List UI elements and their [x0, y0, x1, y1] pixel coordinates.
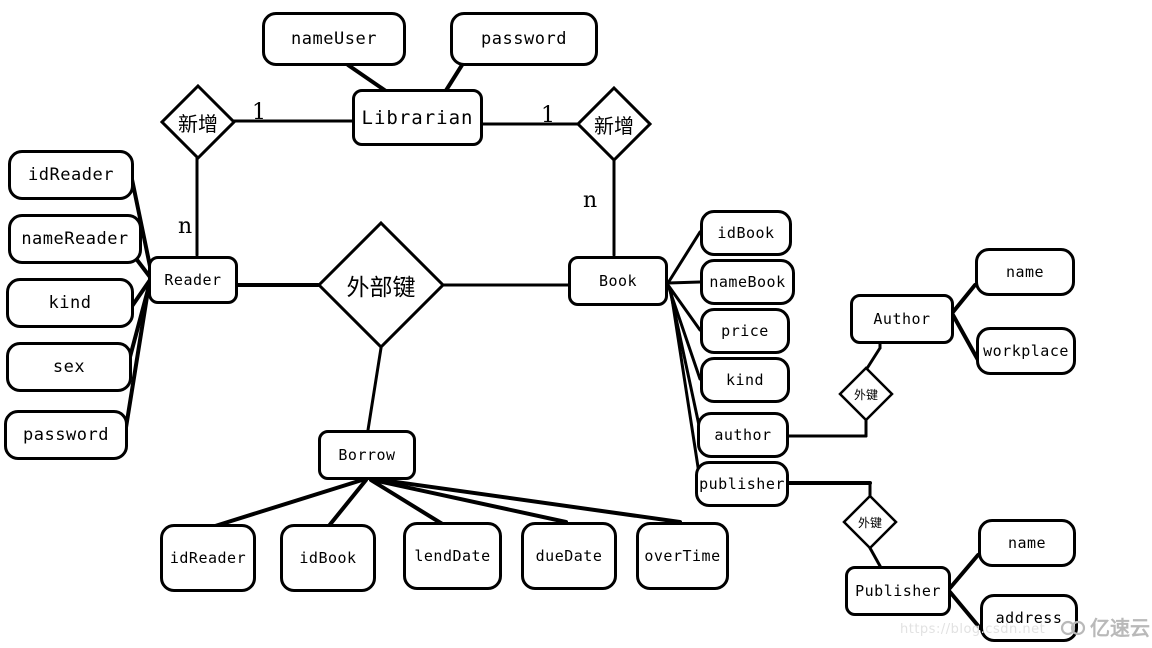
- attribute-label: password: [481, 29, 567, 49]
- attribute-book-kind: kind: [700, 357, 790, 403]
- attribute-reader-password: password: [4, 410, 128, 460]
- attribute-label: kind: [725, 371, 765, 389]
- cardinality-reader-many: n: [178, 214, 192, 239]
- entity-label: Borrow: [338, 446, 396, 464]
- entity-label: Publisher: [855, 582, 941, 600]
- attribute-book-namebook: nameBook: [700, 259, 795, 305]
- cardinality-book-many: n: [583, 188, 597, 213]
- attribute-book-idbook: idBook: [700, 210, 792, 256]
- attribute-label: idBook: [299, 549, 357, 567]
- relationship-label: 新增: [594, 113, 634, 138]
- attribute-label: idReader: [28, 165, 114, 185]
- watermark-brand-label: 亿速云: [1090, 616, 1150, 640]
- attribute-label: overTime: [644, 547, 721, 565]
- cardinality-librarian-book-one: 1: [541, 103, 555, 128]
- attribute-label: idReader: [169, 549, 247, 567]
- entity-label: Author: [873, 310, 931, 328]
- watermark-brand: 亿速云: [1060, 612, 1150, 641]
- cloud-icon: [1060, 618, 1086, 636]
- attribute-label: workplace: [983, 342, 1069, 360]
- attribute-label: name: [1007, 534, 1047, 552]
- entity-label: Reader: [164, 271, 222, 289]
- attribute-label: nameUser: [291, 29, 377, 49]
- relationship-add-right: 新增: [576, 86, 652, 162]
- attribute-label: password: [23, 425, 109, 445]
- attribute-borrow-idbook: idBook: [280, 524, 376, 592]
- attribute-label: kind: [48, 293, 92, 313]
- relationship-foreign-key-author: 外键: [838, 366, 894, 422]
- attribute-book-price: price: [700, 308, 790, 354]
- entity-label: Book: [598, 272, 638, 290]
- entity-publisher: Publisher: [845, 566, 951, 616]
- attribute-label: price: [721, 322, 769, 340]
- entity-book: Book: [568, 256, 668, 306]
- relationship-label: 外键: [857, 515, 882, 530]
- watermark-url: https://blog.csdn.net: [900, 622, 1045, 637]
- relationship-foreign-key-center: 外部键: [316, 220, 446, 350]
- cardinality-label: 1: [252, 100, 266, 125]
- attribute-label: nameReader: [21, 229, 129, 249]
- attribute-librarian-nameuser: nameUser: [262, 12, 406, 66]
- entity-author: Author: [850, 294, 954, 344]
- attribute-label: sex: [52, 357, 86, 377]
- attribute-label: name: [1005, 263, 1045, 281]
- watermark-url-label: https://blog.csdn.net: [900, 622, 1046, 637]
- er-diagram-canvas: nameUser password Librarian 新增 新增 1 1 n …: [0, 0, 1152, 648]
- attribute-book-author: author: [697, 412, 789, 458]
- relationship-label: 外部键: [346, 275, 416, 301]
- attribute-label: author: [714, 426, 772, 444]
- attribute-reader-kind: kind: [6, 278, 134, 328]
- entity-librarian: Librarian: [352, 89, 483, 146]
- attribute-reader-namereader: nameReader: [8, 214, 142, 264]
- relationship-label: 外键: [853, 387, 878, 402]
- entity-label: Librarian: [361, 106, 474, 129]
- attribute-publisher-name: name: [978, 519, 1076, 567]
- attribute-label: nameBook: [709, 273, 786, 291]
- attribute-borrow-overtime: overTime: [636, 522, 729, 590]
- cardinality-label: n: [583, 188, 598, 213]
- attribute-reader-idreader: idReader: [8, 150, 134, 200]
- relationship-foreign-key-publisher: 外键: [842, 494, 898, 550]
- attribute-author-workplace: workplace: [976, 327, 1076, 375]
- cardinality-label: 1: [541, 103, 555, 128]
- attribute-borrow-lenddate: lendDate: [403, 522, 502, 590]
- attribute-label: idBook: [717, 224, 775, 242]
- attribute-borrow-duedate: dueDate: [521, 522, 617, 590]
- attribute-borrow-idreader: idReader: [160, 524, 256, 592]
- attribute-label: publisher: [699, 475, 785, 493]
- attribute-label: dueDate: [535, 547, 603, 565]
- cardinality-label: n: [178, 214, 193, 239]
- attribute-author-name: name: [975, 248, 1075, 296]
- relationship-add-left: 新增: [160, 84, 236, 160]
- relationship-label: 新增: [178, 111, 218, 136]
- attribute-book-publisher: publisher: [695, 461, 789, 507]
- attribute-reader-sex: sex: [6, 342, 132, 392]
- entity-reader: Reader: [148, 256, 238, 304]
- attribute-librarian-password: password: [450, 12, 598, 66]
- attribute-label: lendDate: [414, 547, 491, 565]
- cardinality-librarian-reader-one: 1: [252, 100, 266, 125]
- entity-borrow: Borrow: [318, 430, 416, 480]
